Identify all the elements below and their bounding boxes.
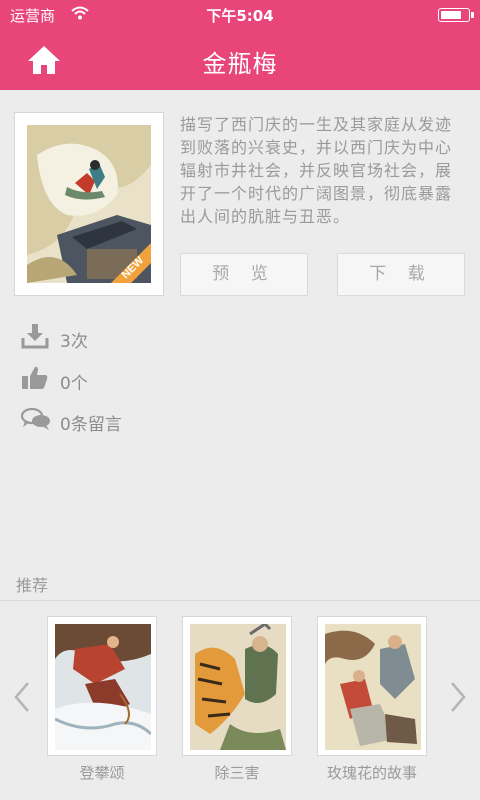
preview-button[interactable]: 预 览 (180, 253, 308, 296)
download-button[interactable]: 下 载 (337, 253, 465, 296)
recommend-item[interactable]: 除三害 (182, 616, 292, 782)
download-count: 3次 (60, 332, 88, 352)
download-icon (21, 324, 49, 349)
recommend-title: 玫瑰花的故事 (326, 764, 417, 782)
cover-illustration: NEW (27, 125, 151, 283)
thumbnail-illustration (325, 624, 421, 750)
divider (0, 600, 480, 601)
chevron-left-icon[interactable] (12, 680, 32, 714)
status-time: 下午5:04 (206, 7, 274, 25)
recommend-item[interactable]: 登攀颂 (47, 616, 157, 782)
book-cover: NEW (14, 112, 164, 296)
recommend-title: 登攀颂 (79, 764, 125, 782)
battery-icon (438, 8, 474, 22)
nav-bar: 金瓶梅 (0, 30, 480, 90)
recommend-item[interactable]: 玫瑰花的故事 (317, 616, 427, 782)
comment-count: 0条留言 (60, 415, 122, 435)
book-description: 描写了西门庆的一生及其家庭从发迹到败落的兴衰史，并以西门庆为中心辐射市井社会，并… (180, 115, 453, 226)
status-bar: 运营商 下午5:04 (0, 0, 480, 30)
thumbnail-illustration (55, 624, 151, 750)
recommend-label: 推荐 (16, 576, 49, 595)
thumbs-up-icon (22, 366, 48, 389)
chevron-right-icon[interactable] (448, 680, 468, 714)
like-count: 0个 (60, 374, 88, 394)
recommend-thumbnail (47, 616, 157, 756)
recommend-title: 除三害 (214, 764, 260, 782)
thumbnail-illustration (190, 624, 286, 750)
page-title: 金瓶梅 (202, 50, 278, 78)
recommend-thumbnail (317, 616, 427, 756)
recommend-thumbnail (182, 616, 292, 756)
comment-icon (20, 407, 50, 430)
